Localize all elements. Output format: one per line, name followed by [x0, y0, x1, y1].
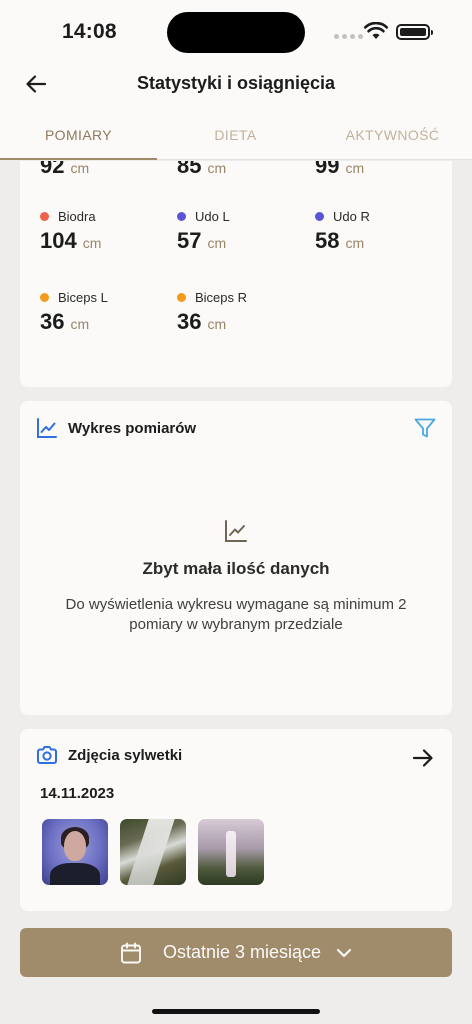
measurement-unit: cm — [70, 316, 90, 332]
photo-thumbnails — [42, 819, 264, 885]
chevron-down-icon — [336, 948, 352, 957]
measurements-chart-card: Wykres pomiarów Zbyt mała ilość danych D… — [20, 401, 452, 715]
page-title: Statystyki i osiągnięcia — [136, 73, 336, 93]
photo-thumbnail-portrait[interactable] — [42, 819, 108, 885]
content-scroll[interactable]: 92 cm 85 cm 99 cm Biodra 104 cm Udo L 57 cm U… — [0, 161, 472, 1024]
measurement-udo-l: Udo L 57 cm — [177, 208, 230, 254]
tab-bar: POMIARY DIETA AKTYWNOŚĆ — [0, 110, 472, 160]
photos-card-header: Zdjęcia sylwetki — [36, 745, 182, 765]
measurement-unit: cm — [82, 235, 102, 251]
measurement-partial-2: 85 cm — [177, 161, 227, 178]
tab-pomiary[interactable]: POMIARY — [0, 110, 157, 160]
measurement-unit: cm — [345, 235, 365, 251]
app-header: Statystyki i osiągnięcia — [0, 60, 472, 110]
dot-biodra — [40, 211, 49, 221]
measurement-label: Biodra — [58, 208, 96, 224]
line-chart-icon — [37, 418, 57, 438]
measurement-label: Biceps R — [195, 289, 248, 305]
photos-open-button[interactable] — [410, 745, 436, 771]
dot-udo-r — [315, 211, 324, 221]
period-selector-label: Ostatnie 3 miesiące — [162, 942, 322, 962]
wifi-icon — [364, 22, 388, 39]
photo-thumbnail-waterfall-2[interactable] — [198, 819, 264, 885]
dot-udo-l — [177, 211, 186, 221]
dynamic-island — [167, 12, 305, 53]
dot-biceps-r — [177, 292, 186, 302]
measurement-udo-r: Udo R 58 cm — [315, 208, 370, 254]
arrow-right-icon — [412, 749, 433, 767]
camera-icon — [37, 746, 57, 764]
measurement-value: 57 — [177, 228, 202, 253]
measurements-card: 92 cm 85 cm 99 cm Biodra 104 cm Udo L 57 cm U… — [20, 161, 452, 387]
chart-card-title: Wykres pomiarów — [68, 419, 197, 437]
photos-card-title: Zdjęcia sylwetki — [68, 746, 183, 764]
measurement-value: 36 — [177, 309, 202, 334]
tab-aktywnosc[interactable]: AKTYWNOŚĆ — [314, 110, 471, 159]
period-selector-button[interactable]: Ostatnie 3 miesiące — [20, 928, 452, 977]
status-bar: 14:08 — [0, 0, 472, 60]
measurement-label: Biceps L — [58, 289, 108, 305]
body-photos-card[interactable]: Zdjęcia sylwetki 14.11.2023 — [20, 729, 452, 911]
measurement-value: 104 — [40, 228, 77, 253]
measurement-unit: cm — [207, 235, 227, 251]
measurement-label: Udo R — [333, 208, 370, 224]
home-indicator[interactable] — [152, 1009, 320, 1014]
measurement-unit: cm — [207, 316, 227, 332]
measurement-label: Udo L — [195, 208, 230, 224]
measurement-partial-1: 92 cm — [40, 161, 90, 178]
calendar-icon — [121, 942, 141, 963]
empty-chart-icon — [225, 520, 247, 542]
photo-date: 14.11.2023 — [40, 785, 115, 802]
chart-card-header: Wykres pomiarów — [36, 417, 196, 439]
measurement-biceps-r: Biceps R 36 cm — [177, 289, 247, 335]
measurement-biodra: Biodra 104 cm — [40, 208, 101, 254]
filter-button[interactable] — [412, 415, 438, 441]
measurement-value: 36 — [40, 309, 65, 334]
battery-icon — [396, 24, 433, 40]
measurement-partial-3: 99 cm — [315, 161, 365, 178]
filter-icon — [414, 418, 436, 438]
tab-dieta[interactable]: DIETA — [157, 110, 314, 159]
empty-state-title: Zbyt mała ilość danych — [142, 559, 330, 578]
status-time: 14:08 — [62, 20, 117, 43]
empty-state-description: Do wyświetlenia wykresu wymagane są mini… — [65, 596, 407, 633]
photo-thumbnail-waterfall-1[interactable] — [120, 819, 186, 885]
measurement-value: 58 — [315, 228, 340, 253]
cellular-signal-icon — [334, 34, 363, 39]
dot-biceps-l — [40, 292, 49, 302]
measurement-biceps-l: Biceps L 36 cm — [40, 289, 108, 335]
